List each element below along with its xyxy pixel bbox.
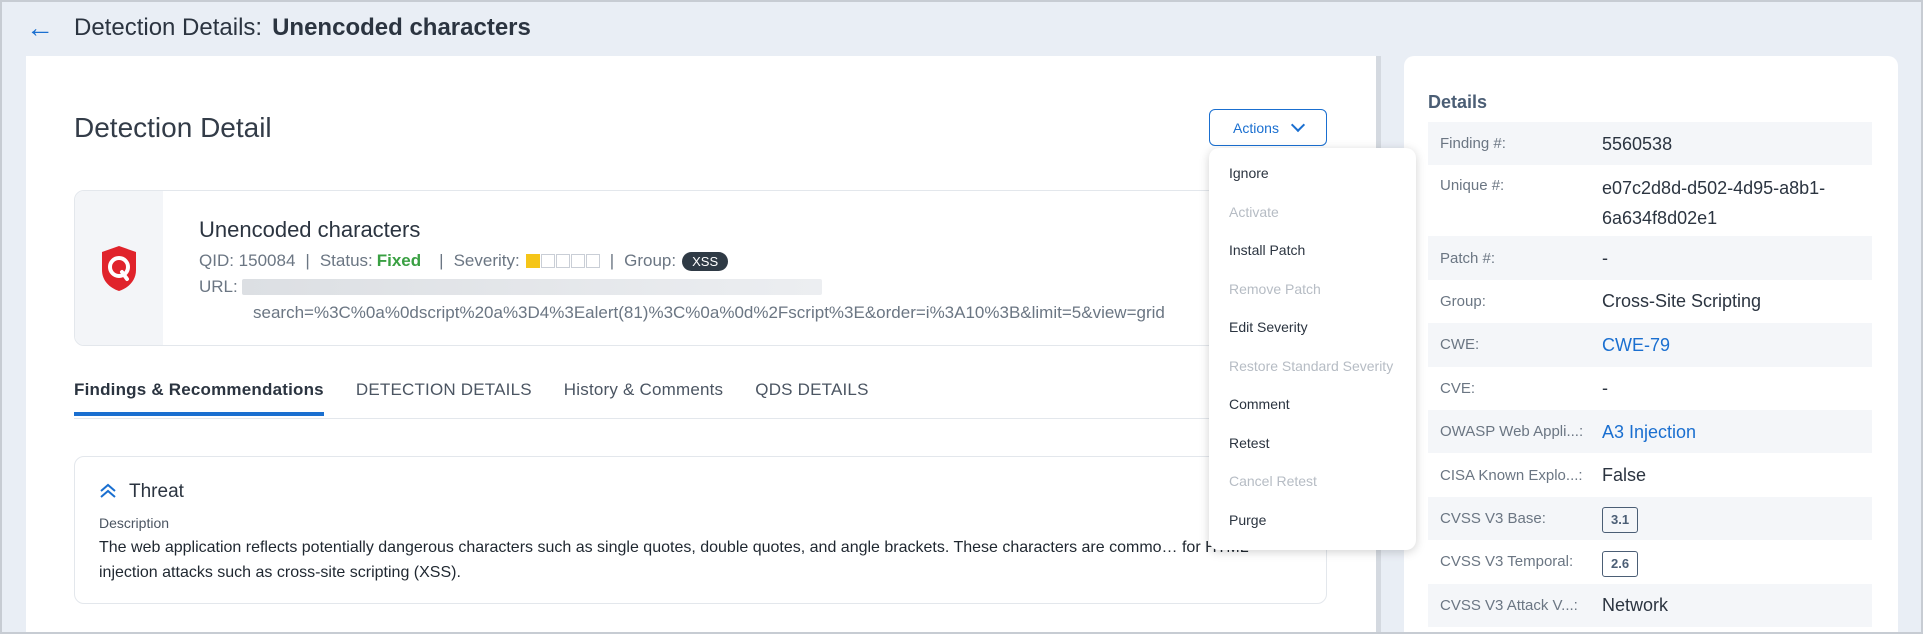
actions-menu: Ignore Activate Install Patch Remove Patch E… [1209, 148, 1416, 550]
detail-label: CVSS V3 Base: [1440, 509, 1546, 527]
actions-button-label: Actions [1233, 119, 1279, 136]
threat-header: Threat [99, 481, 184, 503]
menu-item-install-patch[interactable]: Install Patch [1209, 231, 1416, 270]
group-label: Group: [624, 251, 677, 270]
url-redacted [241, 279, 822, 295]
detail-label: Group: [1440, 292, 1486, 310]
detail-label: CVSS V3 Temporal: [1440, 553, 1574, 571]
vulnerability-name: Unencoded characters [199, 217, 421, 242]
status-label: Status: [319, 251, 373, 270]
threat-section: Threat Description The web application r… [74, 456, 1327, 604]
details-panel: Details Finding #: 5560538 Unique #: e07c2d… [1404, 56, 1898, 634]
url-value: search=%3C%0a%0dscript%20a%3D4%3Ealert(8… [253, 303, 1165, 322]
menu-item-cancel-retest: Cancel Retest [1229, 473, 1317, 489]
detail-label: CISA Known Explo...: [1440, 466, 1583, 484]
menu-item-remove-patch: Remove Patch [1229, 280, 1321, 297]
detail-value: Network [1602, 595, 1669, 616]
qualys-logo [75, 191, 163, 345]
detail-value: False [1602, 465, 1647, 486]
detail-tabs: Findings & Recommendations DETECTION DET… [74, 380, 869, 416]
description-text: The web application reflects potentially… [99, 539, 1249, 581]
detail-row: CWE: CWE-79 [1428, 323, 1872, 367]
actions-menu-list: Ignore Activate Install Patch Remove Patch E… [1209, 148, 1416, 539]
details-heading: Details [1428, 92, 1488, 112]
detection-detail-heading: Detection Detail [74, 112, 272, 143]
detail-row: Unique #: e07c2d8d-d502-4d95-a8b1-6a634f8… [1428, 165, 1872, 236]
detail-label: OWASP Web Appli...: [1440, 423, 1584, 441]
menu-item-edit-severity[interactable]: Edit Severity [1209, 308, 1416, 347]
detail-row: CVE: - [1428, 367, 1872, 410]
detection-detail-card: Detection Detail Actions Unencoded chara… [26, 56, 1378, 634]
actions-button[interactable]: Actions [1209, 109, 1327, 146]
tab-history-comments[interactable]: History & Comments [564, 380, 723, 416]
detail-row: CVSS V3 Attack V...: Network [1428, 583, 1872, 627]
separator: | [305, 251, 310, 270]
menu-item-activate: Activate [1229, 203, 1279, 220]
detail-value: 3.1 [1602, 503, 1639, 534]
details-list: Finding #: 5560538 Unique #: e07c2d8d-d502-… [1428, 122, 1872, 627]
page-header: ← Detection Details: Unencoded character… [0, 0, 1923, 56]
detail-row: Finding #: 5560538 [1428, 122, 1872, 166]
vulnerability-meta: QID: 150084 | Status: Fixed | Severity: … [199, 251, 729, 271]
cvss-score-badge: 2.6 [1602, 550, 1639, 577]
menu-item-comment[interactable]: Comment [1209, 385, 1416, 424]
page-title: Detection Details: [74, 14, 263, 41]
detail-value: - [1602, 248, 1608, 269]
detail-row: CVSS V3 Temporal: 2.6 [1428, 540, 1872, 583]
vulnerability-summary: Unencoded characters QID: 150084 | Statu… [74, 190, 1327, 346]
collapse-chevron-icon[interactable] [99, 483, 117, 502]
group-badge: XSS [682, 251, 729, 271]
detail-value: 5560538 [1602, 133, 1673, 154]
severity-box [585, 254, 600, 268]
separator: | [439, 251, 444, 270]
detail-value: 2.6 [1602, 547, 1639, 577]
url-label: URL: [199, 277, 238, 296]
page-title-name: Unencoded characters [272, 14, 531, 41]
tab-detection-details[interactable]: DETECTION DETAILS [356, 380, 532, 416]
severity-box [540, 254, 555, 268]
detail-label: CVE: [1440, 379, 1476, 397]
url-line: URL: [199, 277, 822, 297]
qualys-shield-icon [102, 246, 136, 291]
chevron-down-icon [1290, 117, 1306, 132]
detail-link[interactable]: CWE-79 [1602, 330, 1670, 360]
tab-findings-recommendations[interactable]: Findings & Recommendations [74, 380, 324, 416]
detail-link[interactable]: A3 Injection [1602, 417, 1696, 447]
detail-label: Unique #: [1440, 177, 1505, 195]
detail-label: CVSS V3 Attack V...: [1440, 596, 1578, 614]
menu-item-retest[interactable]: Retest [1209, 424, 1416, 463]
severity-label: Severity: [453, 251, 520, 270]
detail-value: e07c2d8d-d502-4d95-a8b1-6a634f8d02e1 [1602, 178, 1826, 229]
detail-row: Group: Cross-Site Scripting [1428, 280, 1872, 323]
severity-indicator [525, 254, 600, 268]
tab-divider [74, 418, 1327, 419]
back-arrow-icon[interactable]: ← [26, 14, 62, 42]
qid-text: QID: 150084 [199, 251, 296, 270]
detail-row: CVSS V3 Base: 3.1 [1428, 496, 1872, 541]
detail-label: Patch #: [1440, 249, 1496, 267]
detail-label: CWE: [1440, 336, 1480, 354]
menu-item-restore-standard-severity: Restore Standard Severity [1229, 357, 1394, 374]
detail-row: OWASP Web Appli...: A3 Injection [1428, 409, 1872, 454]
menu-item-purge[interactable]: Purge [1209, 501, 1416, 540]
detail-value: Cross-Site Scripting [1602, 291, 1762, 312]
cvss-score-badge: 3.1 [1602, 507, 1639, 534]
threat-title: Threat [129, 481, 184, 502]
severity-box [555, 254, 570, 268]
severity-box [570, 254, 585, 268]
tab-qds-details[interactable]: QDS DETAILS [755, 380, 868, 416]
detail-value: - [1602, 378, 1608, 399]
status-value: Fixed [376, 251, 422, 270]
detail-label: Finding #: [1440, 135, 1506, 153]
separator: | [609, 251, 615, 270]
severity-box [525, 254, 540, 268]
menu-item-ignore[interactable]: Ignore [1209, 154, 1416, 193]
detail-row: Patch #: - [1428, 236, 1872, 280]
detail-row: CISA Known Explo...: False [1428, 453, 1872, 496]
description-label: Description [99, 515, 170, 531]
